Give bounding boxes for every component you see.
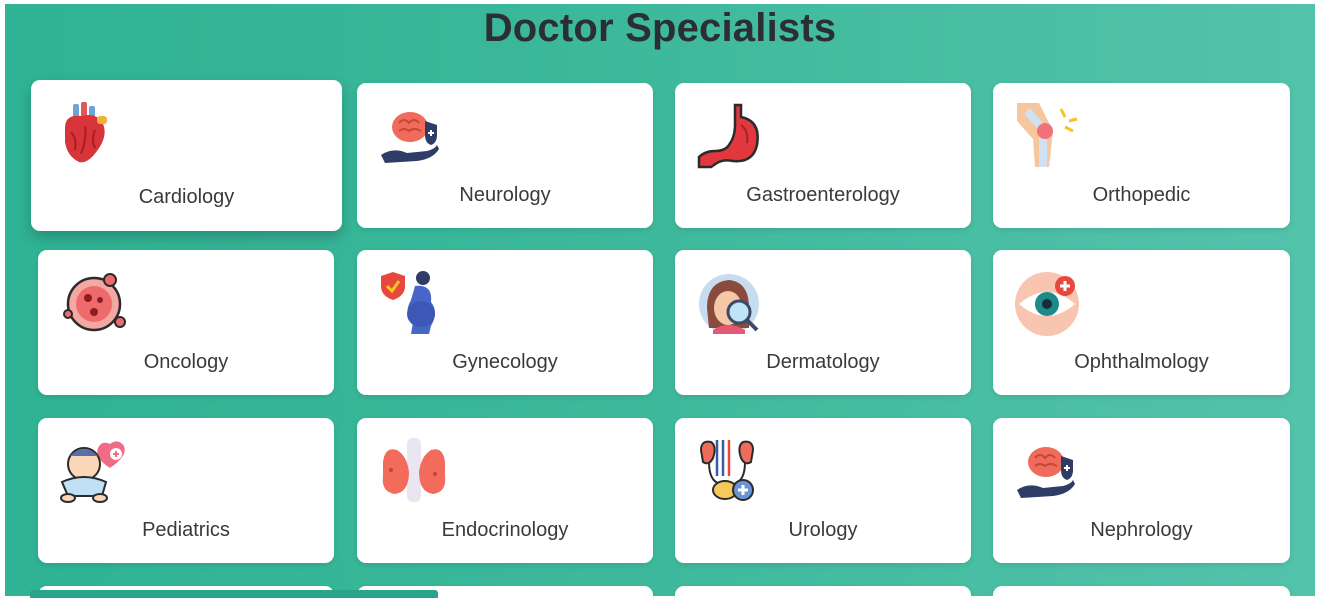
specialist-label: Oncology — [143, 351, 229, 373]
specialist-label: Dermatology — [766, 351, 880, 373]
kidney-icon — [695, 436, 765, 506]
specialist-card-ophthalmology[interactable]: Ophthalmology — [993, 250, 1290, 395]
specialist-label: Urology — [788, 519, 858, 541]
pregnant-woman-icon — [377, 268, 447, 338]
heart-icon — [51, 98, 121, 168]
specialist-label: Endocrinology — [441, 519, 569, 541]
specialist-label: Neurology — [459, 184, 551, 206]
stomach-icon — [695, 101, 765, 171]
brain-hand-icon — [377, 101, 447, 171]
specialist-card-orthopedic[interactable]: Orthopedic — [993, 83, 1290, 228]
page-background: Doctor Specialists Cardiology Neurology … — [5, 4, 1315, 596]
specialist-label: Gastroenterology — [746, 184, 900, 206]
specialist-card-urology[interactable]: Urology — [675, 418, 971, 563]
specialist-card-gastroenterology[interactable]: Gastroenterology — [675, 83, 971, 228]
specialist-label: Pediatrics — [142, 519, 230, 541]
scrollbar-thumb[interactable] — [30, 590, 438, 598]
knee-joint-icon — [1013, 101, 1083, 171]
specialist-card-pediatrics[interactable]: Pediatrics — [38, 418, 334, 563]
skin-magnifier-icon — [695, 268, 765, 338]
specialist-label: Gynecology — [452, 351, 558, 373]
cancer-cell-icon — [58, 268, 128, 338]
thyroid-icon — [377, 436, 447, 506]
eye-icon — [1013, 268, 1083, 338]
specialist-card-gynecology[interactable]: Gynecology — [357, 250, 653, 395]
specialist-card-dermatology[interactable]: Dermatology — [675, 250, 971, 395]
specialist-label: Orthopedic — [1092, 184, 1191, 206]
specialist-card-neurology[interactable]: Neurology — [357, 83, 653, 228]
baby-icon — [58, 436, 128, 506]
specialist-label: Cardiology — [138, 186, 235, 208]
page-title: Doctor Specialists — [483, 6, 837, 50]
specialist-card-endocrinology[interactable]: Endocrinology — [357, 418, 653, 563]
specialist-card-partial[interactable] — [675, 586, 971, 596]
specialist-card-nephrology[interactable]: Nephrology — [993, 418, 1290, 563]
specialist-card-cardiology[interactable]: Cardiology — [31, 80, 342, 231]
specialist-card-oncology[interactable]: Oncology — [38, 250, 334, 395]
specialist-label: Nephrology — [1090, 519, 1193, 541]
specialist-label: Ophthalmology — [1074, 351, 1209, 373]
specialist-card-partial[interactable] — [993, 586, 1290, 596]
brain-hand-icon — [1013, 436, 1083, 506]
